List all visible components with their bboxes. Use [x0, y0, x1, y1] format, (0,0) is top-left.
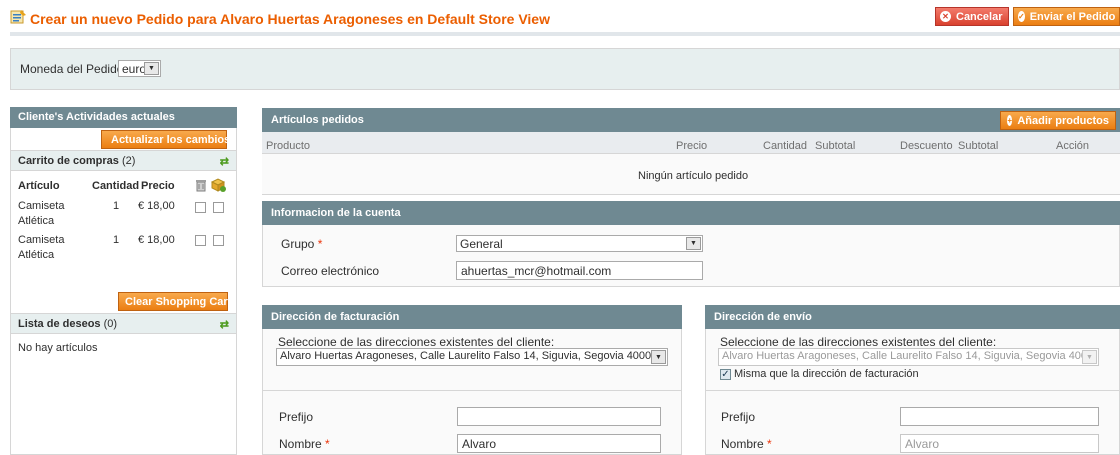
shipping-name-label: Nombre *	[721, 437, 772, 451]
check-icon: ✓	[1018, 11, 1025, 22]
group-select-value: General	[460, 237, 503, 251]
remove-checkbox[interactable]	[195, 235, 206, 246]
chevron-down-icon: ▼	[686, 237, 701, 250]
billing-name-label: Nombre *	[279, 437, 330, 451]
group-select[interactable]: General ▼	[456, 235, 703, 252]
cart-item-name: Camiseta Atlética	[18, 234, 65, 261]
sidebar-title: Cliente's Actividades actuales	[10, 107, 237, 128]
cart-item-name: Camiseta Atlética	[18, 200, 65, 227]
same-as-billing-label: Misma que la dirección de facturación	[734, 368, 919, 380]
billing-name-field[interactable]: Alvaro	[457, 434, 661, 453]
wishlist-empty-text: No hay artículos	[18, 342, 98, 354]
shipping-address-value: Alvaro Huertas Aragoneses, Calle Laureli…	[722, 350, 1094, 362]
chevron-down-icon: ▼	[144, 62, 159, 75]
remove-checkbox[interactable]	[195, 202, 206, 213]
chevron-down-icon: ▼	[1082, 350, 1097, 364]
currency-select[interactable]: euro ▼	[118, 60, 161, 77]
items-ordered-header: Artículos pedidos	[262, 108, 1120, 132]
billing-divider	[263, 390, 681, 391]
billing-address-value: Alvaro Huertas Aragoneses, Calle Laureli…	[280, 350, 652, 362]
cart-col-qty: Cantidad	[92, 180, 140, 192]
submit-order-button[interactable]: ✓ Enviar el Pedido	[1013, 7, 1120, 26]
col-row-subtotal: Subtotal	[958, 140, 999, 152]
cart-title: Carrito de compras	[18, 155, 119, 167]
clear-cart-button[interactable]: Clear Shopping Cart	[118, 292, 232, 311]
cart-count: (2)	[121, 155, 136, 167]
cart-item-price: € 18,00	[138, 234, 175, 246]
plus-icon: +	[1007, 115, 1013, 126]
cart-item-price: € 18,00	[138, 200, 175, 212]
shipping-address-header: Dirección de envío	[705, 305, 1120, 329]
refresh-icon[interactable]: ⇄	[220, 318, 229, 331]
shipping-divider	[706, 390, 1119, 391]
cancel-icon: ✕	[940, 11, 951, 22]
billing-prefix-field[interactable]	[457, 407, 661, 426]
same-as-billing-checkbox[interactable]: ✓	[720, 369, 731, 380]
col-action: Acción	[1056, 140, 1090, 152]
billing-select-label: Seleccione de las direcciones existentes…	[278, 335, 555, 349]
billing-address-header: Dirección de facturación	[262, 305, 682, 329]
cancel-button-label: Cancelar	[956, 10, 1003, 23]
submit-order-button-label: Enviar el Pedido	[1029, 10, 1116, 23]
refresh-icon[interactable]: ⇄	[220, 155, 229, 168]
cart-section-header: Carrito de compras (2) ⇄	[11, 150, 236, 171]
currency-label: Moneda del Pedido:	[20, 62, 127, 76]
wishlist-title: Lista de deseos	[18, 318, 101, 330]
chevron-down-icon: ▼	[651, 350, 666, 364]
add-products-button-label: Añadir productos	[1017, 114, 1109, 127]
billing-address-title: Dirección de facturación	[271, 311, 400, 323]
col-discount: Descuento	[900, 140, 953, 152]
move-to-order-checkbox[interactable]	[213, 235, 224, 246]
currency-select-value: euro	[122, 62, 147, 76]
col-subtotal: Subtotal	[815, 140, 856, 152]
shipping-select-label: Seleccione de las direcciones existentes…	[720, 335, 997, 349]
shipping-prefix-label: Prefijo	[721, 410, 756, 424]
items-ordered-title: Artículos pedidos	[271, 114, 364, 126]
cart-col-price: Precio	[141, 180, 175, 192]
add-products-button[interactable]: + Añadir productos	[1000, 111, 1116, 130]
billing-address-select[interactable]: Alvaro Huertas Aragoneses, Calle Laureli…	[276, 348, 668, 366]
cancel-button[interactable]: ✕ Cancelar	[935, 7, 1010, 26]
cart-item-qty: 1	[113, 234, 120, 246]
currency-section	[10, 48, 1120, 90]
group-label: Grupo *	[281, 237, 323, 251]
page-title: Crear un nuevo Pedido para Alvaro Huerta…	[30, 11, 550, 27]
move-to-order-checkbox[interactable]	[213, 202, 224, 213]
shipping-address-title: Dirección de envío	[714, 311, 812, 323]
shipping-address-select[interactable]: Alvaro Huertas Aragoneses, Calle Laureli…	[718, 348, 1099, 366]
account-info-title: Informacion de la cuenta	[271, 207, 401, 219]
wishlist-count: (0)	[103, 318, 118, 330]
col-product: Producto	[266, 140, 311, 152]
new-order-icon	[10, 10, 26, 24]
header-divider	[10, 32, 1120, 36]
col-price: Precio	[676, 140, 708, 152]
email-field[interactable]: ahuertas_mcr@hotmail.com	[456, 261, 703, 280]
account-info-header: Informacion de la cuenta	[262, 201, 1120, 225]
shipping-name-field[interactable]: Alvaro	[900, 434, 1099, 453]
cart-item-qty: 1	[113, 200, 120, 212]
cart-col-item: Artículo	[18, 180, 60, 192]
billing-prefix-label: Prefijo	[279, 410, 314, 424]
shipping-prefix-field[interactable]	[900, 407, 1099, 426]
trash-icon	[196, 180, 206, 192]
wishlist-section-header: Lista de deseos (0) ⇄	[11, 313, 236, 334]
clear-cart-button-label: Clear Shopping Cart	[125, 295, 232, 308]
email-label: Correo electrónico	[281, 264, 380, 278]
update-changes-button[interactable]: Actualizar los cambios	[101, 130, 231, 149]
update-changes-button-label: Actualizar los cambios	[111, 133, 231, 146]
move-to-order-icon	[211, 178, 226, 192]
col-qty: Cantidad	[763, 140, 808, 152]
items-empty-text: Ningún artículo pedido	[638, 170, 749, 182]
